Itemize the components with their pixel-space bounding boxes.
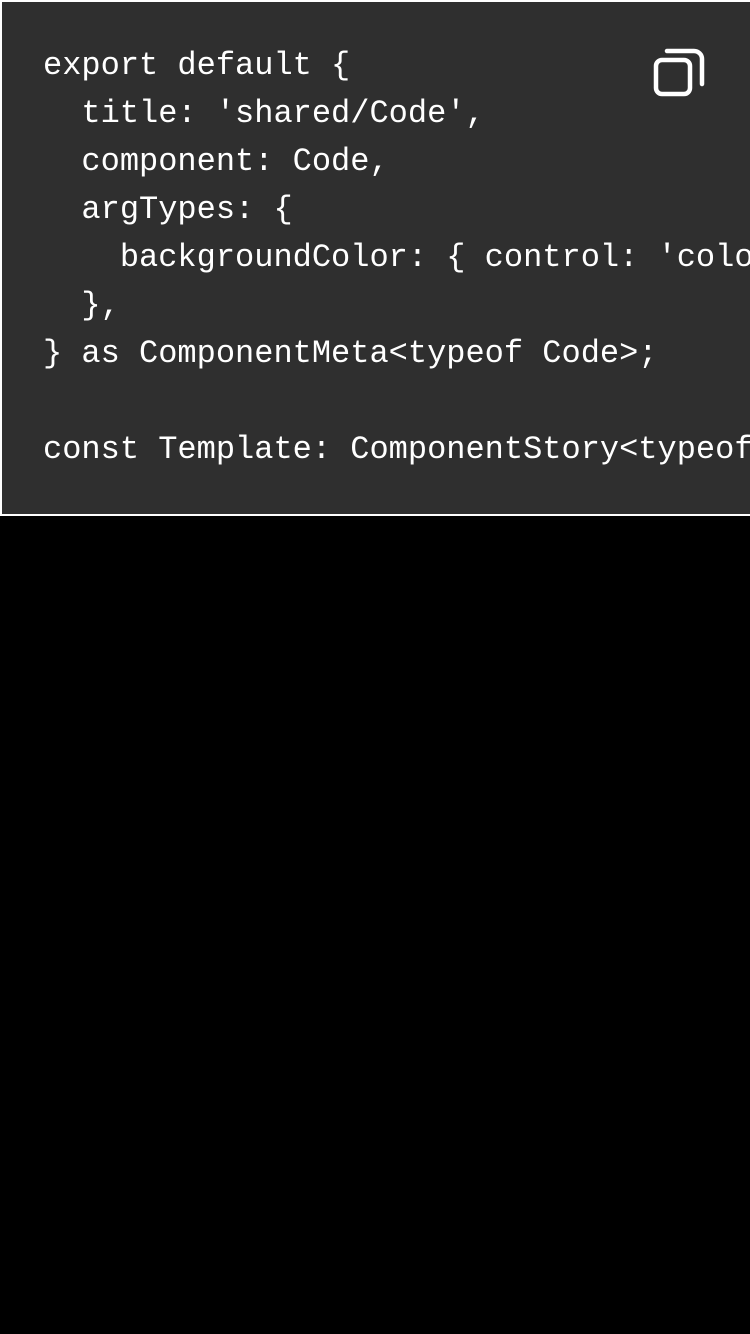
code-line: argTypes: { — [43, 191, 293, 228]
code-content: export default { title: 'shared/Code', c… — [43, 42, 750, 474]
code-line: backgroundColor: { control: 'colo — [43, 239, 750, 276]
copy-icon — [653, 48, 705, 97]
code-line: export default { — [43, 47, 351, 84]
code-block: export default { title: 'shared/Code', c… — [0, 0, 750, 516]
code-line: } as ComponentMeta<typeof Code>; — [43, 335, 658, 372]
code-line: const Template: ComponentStory<typeof — [43, 431, 750, 468]
copy-button[interactable] — [652, 46, 708, 102]
code-line: title: 'shared/Code', — [43, 95, 485, 132]
code-line: }, — [43, 287, 120, 324]
code-line: component: Code, — [43, 143, 389, 180]
